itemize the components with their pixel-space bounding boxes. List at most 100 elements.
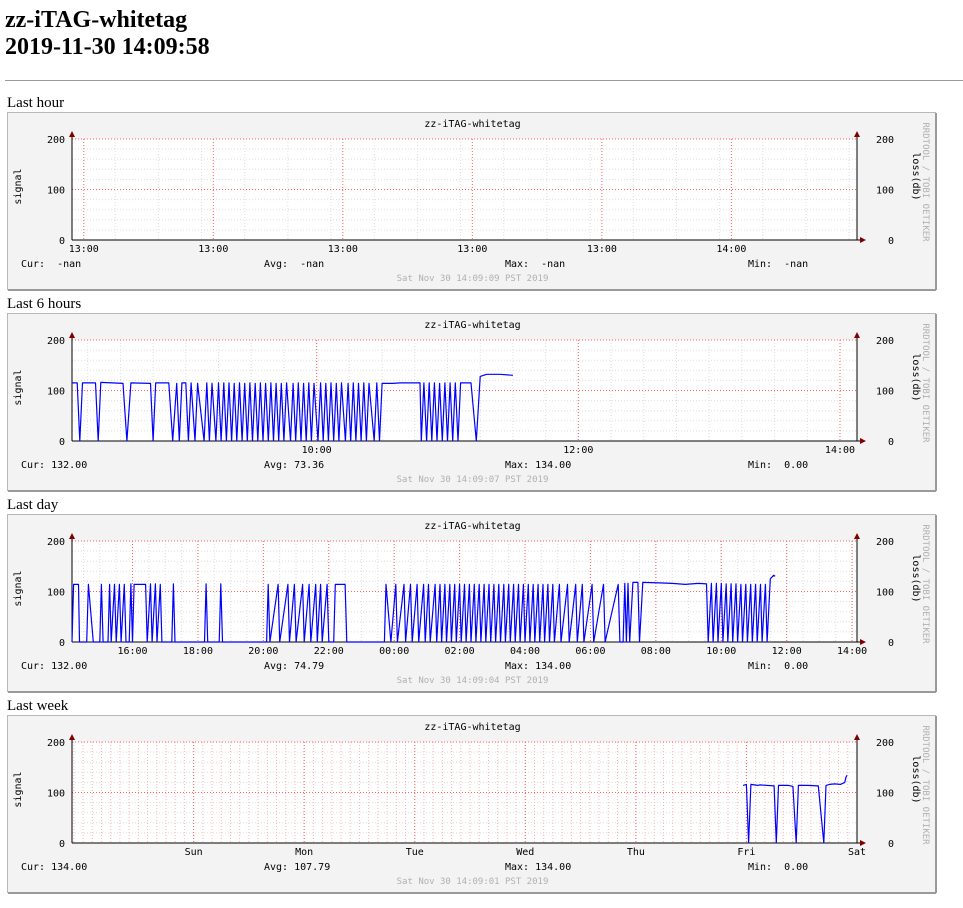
stat-min: Min: -nan [748,259,808,270]
y-axis-label: signal [13,168,24,204]
y-tick-label-right: 200 [876,336,894,347]
section-label-last-week: Last week [7,698,69,714]
x-tick-label: Sun [185,847,203,858]
stat-min: Min: 0.00 [748,661,808,672]
stat-max: Max: 134.00 [505,661,571,672]
y-tick-label-right: 0 [888,638,894,649]
x-tick-label: Tue [406,847,424,858]
y-tick-label-right: 100 [876,588,894,599]
graph-last-hour: 0 0 100 100 200 200 13:00 13:00 13:00 13:00 13:00 1… [7,112,937,291]
rrdtool-watermark: RRDTOOL / TOBI OETIKER [920,725,930,845]
x-tick-label: Sat [848,847,866,858]
y-tick-label-left: 0 [59,839,65,850]
x-tick-label: Thu [627,847,645,858]
graph-timestamp: Sat Nov 30 14:09:04 PST 2019 [397,676,549,686]
x-tick-label: 06:00 [575,646,605,657]
rrdtool-watermark: RRDTOOL / TOBI OETIKER [920,323,930,443]
x-tick-label: 16:00 [117,646,147,657]
x-tick-label: 14:00 [825,445,855,456]
graph-timestamp: Sat Nov 30 14:09:01 PST 2019 [397,877,549,887]
section-label-last-6-hours: Last 6 hours [7,296,82,312]
x-tick-label: 00:00 [379,646,409,657]
y-tick-label-left: 100 [47,387,65,398]
y-tick-label-right: 200 [876,537,894,548]
y-axis-label: signal [13,570,24,606]
section-label-last-day: Last day [7,497,59,513]
page-title: zz-iTAG-whitetag [5,7,188,33]
y-tick-label-left: 200 [47,738,65,749]
section-label-last-hour: Last hour [7,95,65,111]
graph-last-day: 0 0 100 100 200 200 16:00 18:00 20:00 22:00 00:00 0… [7,514,937,693]
chart-title: zz-iTAG-whitetag [424,722,520,733]
x-tick-label: Mon [295,847,313,858]
page-timestamp: 2019-11-30 14:09:58 [5,34,210,60]
header-divider [5,80,963,81]
right-axis-label: loss(db) [910,554,921,602]
x-tick-label: 13:00 [587,244,617,255]
y-tick-label-right: 0 [888,839,894,850]
x-tick-label: 12:00 [772,646,802,657]
stat-cur: Cur: -nan [21,259,81,270]
stat-avg: Avg: -nan [264,259,324,270]
page-header: zz-iTAG-whitetag 2019-11-30 14:09:58 [5,7,210,61]
y-tick-label-left: 0 [59,437,65,448]
x-tick-label: 02:00 [445,646,475,657]
x-tick-label: 13:00 [328,244,358,255]
y-tick-label-right: 100 [876,387,894,398]
x-tick-label: 08:00 [641,646,671,657]
stat-max: Max: 134.00 [505,862,571,873]
y-tick-label-left: 200 [47,135,65,146]
y-tick-label-right: 0 [888,437,894,448]
stat-max: Max: -nan [505,259,565,270]
x-tick-label: 12:00 [563,445,593,456]
stat-max: Max: 134.00 [505,460,571,471]
x-tick-label: Wed [516,847,534,858]
stat-cur: Cur: 134.00 [21,862,87,873]
y-tick-label-right: 0 [888,236,894,247]
graph-timestamp: Sat Nov 30 14:09:09 PST 2019 [397,274,549,284]
y-tick-label-left: 200 [47,537,65,548]
y-tick-label-left: 0 [59,638,65,649]
right-axis-label: loss(db) [910,152,921,200]
graph-last-6-hours: 0 0 100 100 200 200 10:00 12:00 14:00 zz-iTAG-whi… [7,313,937,492]
y-tick-label-left: 100 [47,186,65,197]
y-tick-label-right: 200 [876,738,894,749]
stat-min: Min: 0.00 [748,862,808,873]
chart-title: zz-iTAG-whitetag [424,320,520,331]
stat-avg: Avg: 73.36 [264,460,324,471]
y-tick-label-left: 100 [47,588,65,599]
x-tick-label: Fri [737,847,755,858]
x-tick-label: 22:00 [314,646,344,657]
chart-title: zz-iTAG-whitetag [424,521,520,532]
x-tick-label: 10:00 [302,445,332,456]
stat-avg: Avg: 74.79 [264,661,324,672]
chart-title: zz-iTAG-whitetag [424,119,520,130]
stat-avg: Avg: 107.79 [264,862,330,873]
y-axis-label: signal [13,771,24,807]
x-tick-label: 18:00 [183,646,213,657]
y-tick-label-left: 200 [47,336,65,347]
stat-cur: Cur: 132.00 [21,460,87,471]
rrdtool-watermark: RRDTOOL / TOBI OETIKER [920,122,930,242]
y-tick-label-right: 200 [876,135,894,146]
x-tick-label: 20:00 [248,646,278,657]
x-tick-label: 14:00 [716,244,746,255]
right-axis-label: loss(db) [910,353,921,401]
x-tick-label: 04:00 [510,646,540,657]
y-tick-label-right: 100 [876,186,894,197]
right-axis-label: loss(db) [910,755,921,803]
graph-timestamp: Sat Nov 30 14:09:07 PST 2019 [397,475,549,485]
y-axis-label: signal [13,369,24,405]
y-tick-label-left: 100 [47,789,65,800]
y-tick-label-left: 0 [59,236,65,247]
stat-min: Min: 0.00 [748,460,808,471]
graph-last-week: 0 0 100 100 200 200 Sun Mon Tue Wed Thu Fri Sat zz-iT… [7,715,937,894]
stat-cur: Cur: 132.00 [21,661,87,672]
x-tick-label: 10:00 [706,646,736,657]
x-tick-label: 13:00 [69,244,99,255]
x-tick-label: 13:00 [198,244,228,255]
y-tick-label-right: 100 [876,789,894,800]
x-tick-label: 14:00 [837,646,867,657]
x-tick-label: 13:00 [457,244,487,255]
rrdtool-watermark: RRDTOOL / TOBI OETIKER [920,524,930,644]
